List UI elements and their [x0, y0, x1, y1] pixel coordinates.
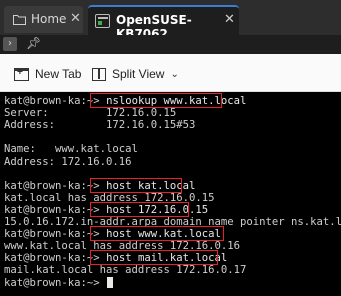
tab-home-label: Home [31, 12, 67, 26]
terminal-output[interactable]: kat@brown-ka:~> nslookup www.kat.local Se… [0, 92, 341, 296]
chevron-down-icon[interactable]: ⌄ [170, 69, 178, 80]
folder-icon [13, 15, 26, 25]
command-highlight-box [90, 201, 189, 217]
new-tab-icon [14, 67, 29, 81]
output-line: Address: 172.16.0.15#53 [4, 119, 196, 132]
output-line: Address: 172.16.0.16 [4, 155, 132, 168]
command-highlight-box [90, 93, 222, 108]
new-tab-button[interactable]: New Tab [14, 64, 81, 84]
new-tab-label: New Tab [35, 67, 82, 81]
command-highlight-box [90, 226, 224, 242]
command-highlight-box [90, 177, 182, 193]
tab-opensuse[interactable]: OpenSUSE-KB7062 ✕ [88, 5, 239, 41]
text-cursor [107, 276, 114, 288]
output-line: mail.kat.local has address 172.16.0.17 [4, 264, 247, 277]
pin-icon[interactable]: 📌︎ [26, 36, 41, 50]
split-view-button[interactable]: Split View ⌄ [92, 64, 179, 84]
sub-toolbar: › 📌︎ [0, 35, 341, 54]
tab-bar: Home ✕ OpenSUSE-KB7062 ✕ [0, 0, 341, 41]
split-view-icon [92, 67, 106, 81]
konsole-toolbar: New Tab Split View ⌄ [0, 54, 341, 92]
close-icon[interactable]: ✕ [70, 11, 81, 26]
command-highlight-box [90, 250, 218, 266]
prompt-line: kat@brown-ka:~> [4, 276, 114, 289]
output-line: Name: www.kat.local [4, 143, 138, 156]
split-view-label: Split View [112, 67, 165, 81]
tab-home[interactable]: Home ✕ [4, 6, 83, 33]
chevron-right-icon[interactable]: › [3, 37, 17, 51]
terminal-icon [95, 14, 110, 28]
close-icon[interactable]: ✕ [224, 12, 235, 27]
prompt: kat@brown-ka:~> [4, 276, 107, 289]
output-line: Server: 172.16.0.15 [4, 107, 177, 120]
